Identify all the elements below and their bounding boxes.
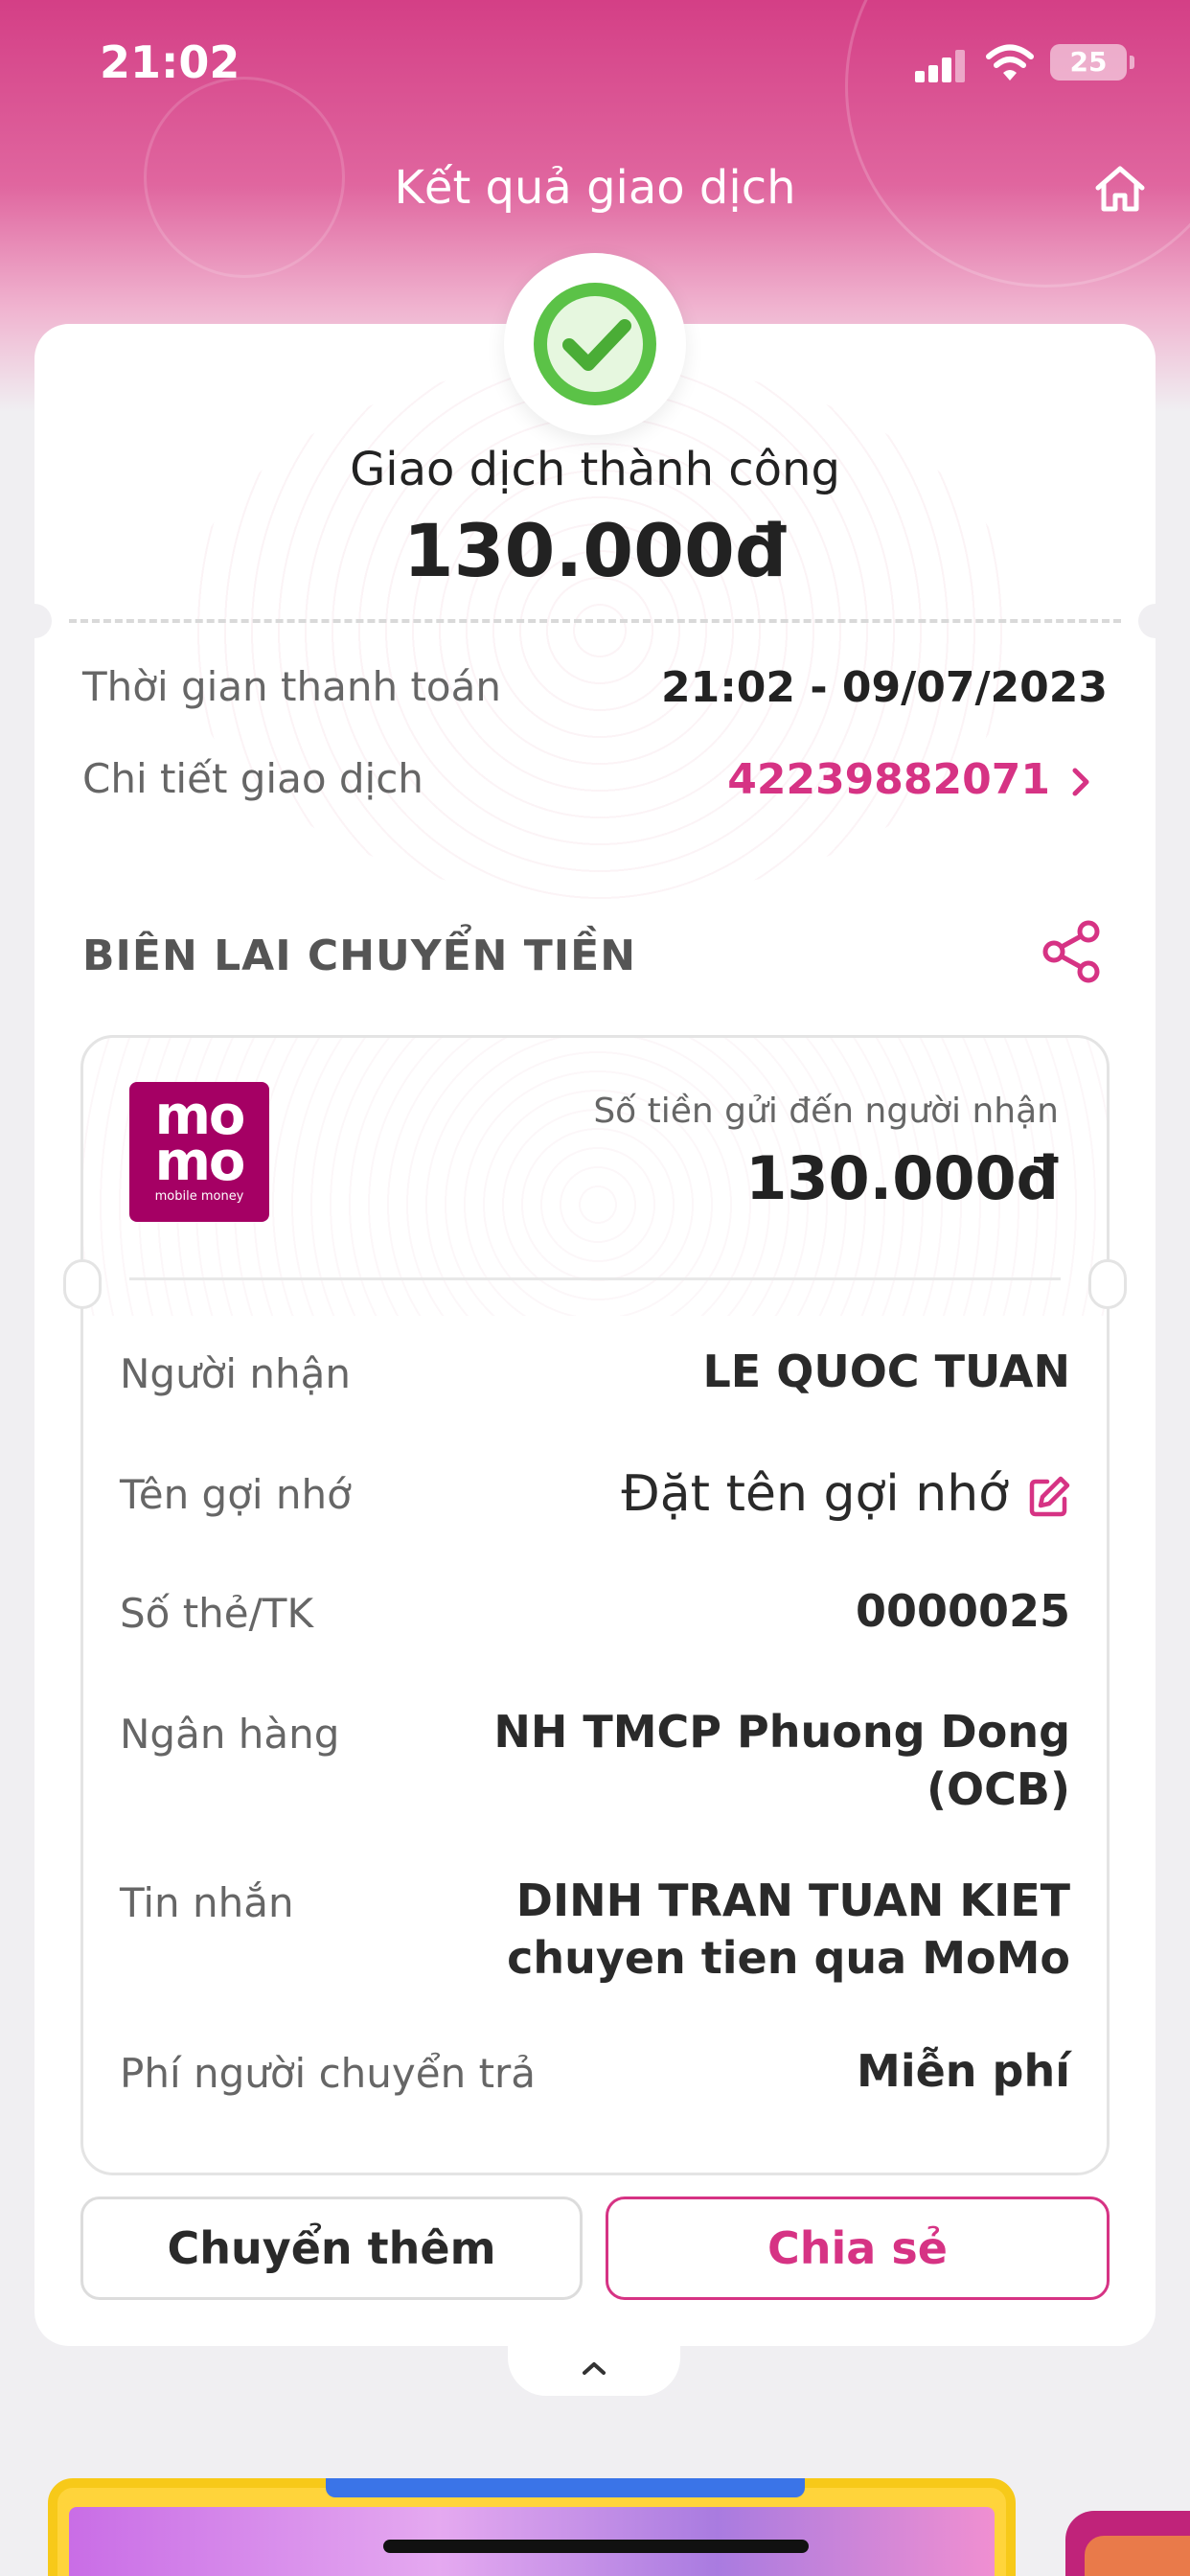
receipt-section-title: BIÊN LAI CHUYỂN TIỀN [82, 932, 637, 980]
home-indicator[interactable] [383, 2540, 809, 2553]
home-icon[interactable] [1092, 161, 1148, 217]
message-line: chuyen tien qua MoMo [507, 1932, 1070, 1984]
message-label: Tin nhắn [120, 1879, 294, 1926]
transaction-detail-label: Chi tiết giao dịch [82, 755, 423, 802]
collapse-toggle[interactable] [508, 2346, 680, 2396]
payment-time-value: 21:02 - 09/07/2023 [660, 663, 1108, 712]
promo-banner[interactable] [48, 2478, 1016, 2576]
ticket-notch [17, 604, 52, 638]
receipt-notch [1088, 1259, 1127, 1309]
share-icon[interactable] [1042, 920, 1102, 983]
payment-time-label: Thời gian thanh toán [82, 663, 501, 710]
banner-strip [326, 2478, 805, 2497]
set-nickname-link[interactable]: Đặt tên gợi nhớ [622, 1465, 1009, 1523]
bank-label: Ngân hàng [120, 1711, 340, 1758]
recipient-value: LE QUOC TUAN [702, 1346, 1071, 1397]
battery-indicator: 25 [1050, 44, 1134, 80]
promo-banner-secondary[interactable] [1065, 2511, 1190, 2576]
banner-image [1085, 2536, 1190, 2576]
success-badge [504, 253, 686, 435]
receipt-amount-label: Số tiền gửi đến người nhận [593, 1092, 1059, 1131]
ticket-notch [1138, 604, 1173, 638]
share-button[interactable]: Chia sẻ [606, 2196, 1110, 2300]
fee-value: Miễn phí [857, 2045, 1070, 2097]
receipt-notch [63, 1259, 102, 1309]
recipient-label: Người nhận [120, 1350, 352, 1397]
fee-label: Phí người chuyển trả [120, 2050, 537, 2097]
transfer-receipt: mo mo mobile money Số tiền gửi đến người… [80, 1035, 1110, 2175]
nickname-label: Tên gợi nhớ [120, 1471, 352, 1518]
page-title: Kết quả giao dịch [394, 161, 796, 215]
transaction-status: Giao dịch thành công [350, 443, 840, 496]
chevron-up-icon [583, 2362, 606, 2375]
transfer-more-button[interactable]: Chuyển thêm [80, 2196, 583, 2300]
momo-logo: mo mo mobile money [129, 1082, 269, 1222]
chevron-right-icon[interactable] [1071, 765, 1092, 799]
transaction-amount: 130.000đ [402, 508, 788, 593]
dashed-divider [69, 619, 1121, 623]
message-line: DINH TRAN TUAN KIET [515, 1874, 1070, 1926]
bank-value: NH TMCP Phuong Dong (OCB) [493, 1703, 1070, 1818]
edit-icon[interactable] [1026, 1474, 1072, 1520]
cellular-signal-icon [915, 50, 967, 82]
account-number-value: 0000025 [855, 1585, 1070, 1637]
wifi-icon [986, 44, 1034, 80]
receipt-amount: 130.000đ [745, 1143, 1059, 1213]
receipt-divider [129, 1277, 1061, 1280]
transaction-id-link[interactable]: 42239882071 [727, 755, 1050, 804]
message-value: DINH TRAN TUAN KIET chuyen tien qua MoMo [507, 1872, 1070, 1987]
account-number-label: Số thẻ/TK [120, 1590, 313, 1637]
bank-name-line: (OCB) [927, 1763, 1070, 1815]
status-time: 21:02 [100, 36, 240, 88]
check-circle-icon [534, 283, 656, 405]
bank-name-line: NH TMCP Phuong Dong [493, 1706, 1070, 1758]
